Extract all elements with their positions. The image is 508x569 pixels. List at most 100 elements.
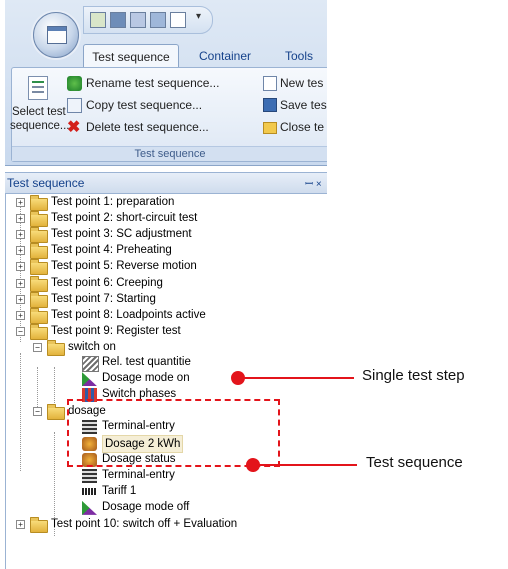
tree-node[interactable]: + Test point 3: SC adjustment (6, 226, 326, 244)
tools-icon[interactable] (130, 12, 146, 28)
select-button-label-line1: Select test (12, 106, 66, 118)
tree-node[interactable]: + Test point 6: Creeping (6, 275, 326, 292)
folder-icon (30, 307, 48, 324)
expand-collapse-icon[interactable]: + (16, 214, 25, 224)
application-window: ▾ Test sequence Container Tools Select t… (5, 0, 327, 569)
measurement-icon (82, 356, 99, 372)
test-sequence-tree: + Test point 1: preparation + Test point 2:… (5, 193, 327, 569)
expand-collapse-icon[interactable]: + (16, 520, 25, 529)
step-label: Dosage mode off (102, 500, 190, 513)
document-list-icon (28, 76, 48, 100)
pin-icon[interactable]: ꟷ × (305, 176, 322, 190)
tree-step[interactable]: Terminal-entry (6, 468, 246, 484)
close-label: Close te (280, 120, 325, 134)
tree-node[interactable]: + Test point 5: Reverse motion (6, 258, 326, 276)
folder-icon (30, 275, 48, 292)
tree-step[interactable]: Dosage mode on (6, 371, 246, 387)
test-point-label: Test point 7: Starting (51, 292, 156, 305)
test-point-label: Test point 10: switch off + Evaluation (51, 518, 238, 530)
tree-step[interactable]: Rel. test quantitie (6, 355, 246, 372)
tab-container[interactable]: Container (183, 44, 267, 68)
test-point-label: Test point 3: SC adjustment (51, 228, 192, 241)
select-button-label-line2: sequence... (10, 120, 70, 132)
save-icon (263, 98, 277, 112)
tree-node[interactable]: + Test point 1: preparation (6, 194, 326, 211)
ribbon-panel: Select test sequence... Rename test sequ… (10, 67, 327, 162)
new-icon (263, 76, 277, 91)
expand-collapse-icon[interactable]: + (16, 230, 25, 240)
delete-label: Delete test sequence... (86, 120, 209, 134)
ribbon: ▾ Test sequence Container Tools Select t… (5, 0, 327, 166)
edit-icon[interactable] (90, 12, 106, 28)
select-test-sequence-button[interactable]: Select test sequence... (10, 70, 69, 142)
tree-node[interactable]: + Test point 7: Starting (6, 291, 326, 308)
tree-node[interactable]: + Test point 10: switch off + Evaluation (6, 516, 326, 533)
folder-icon (30, 323, 48, 340)
expand-collapse-icon[interactable]: + (16, 278, 25, 288)
expand-collapse-icon[interactable]: − (33, 342, 42, 352)
tree-node[interactable]: + Test point 8: Loadpoints active (6, 307, 326, 324)
tree-node[interactable]: + Test point 4: Preheating (6, 242, 326, 260)
rename-icon (67, 76, 82, 91)
folder-icon (30, 291, 48, 308)
delete-icon: ✖ (67, 119, 81, 136)
group-label-switch-on: switch on (68, 340, 116, 353)
test-point-label: Test point 4: Preheating (51, 244, 172, 257)
qat-dropdown-icon[interactable]: ▾ (196, 11, 201, 22)
step-label: Dosage mode on (102, 372, 190, 385)
expand-collapse-icon[interactable]: − (33, 407, 42, 417)
expand-collapse-icon[interactable]: + (16, 246, 25, 256)
expand-collapse-icon[interactable]: − (16, 326, 25, 336)
folder-icon (30, 211, 48, 228)
new-document-icon[interactable] (170, 12, 186, 28)
sequence-callout: Test sequence (366, 454, 463, 471)
tree-step[interactable]: Dosage mode off (6, 500, 246, 516)
list-icon[interactable] (150, 12, 166, 28)
tab-test-sequence[interactable]: Test sequence (83, 44, 179, 69)
save-label: Save tes (280, 98, 327, 112)
rename-label: Rename test sequence... (86, 76, 220, 90)
folder-icon (263, 122, 277, 134)
tree-node[interactable]: − Test point 9: Register test (6, 323, 326, 340)
folder-icon (47, 404, 65, 421)
folder-icon (47, 339, 65, 356)
tree-node[interactable]: − switch on (6, 339, 326, 356)
test-point-label: Test point 8: Loadpoints active (51, 308, 206, 321)
expand-collapse-icon[interactable]: + (16, 294, 25, 304)
copy-icon (67, 98, 82, 113)
tab-tools[interactable]: Tools (269, 44, 327, 68)
step-label: Rel. test quantitie (102, 356, 191, 368)
sequence-pointer (258, 464, 357, 466)
test-point-label: Test point 5: Reverse motion (51, 260, 197, 273)
folder-icon (30, 517, 48, 533)
folder-icon (30, 195, 48, 211)
expand-collapse-icon[interactable]: + (16, 310, 25, 320)
pane-title: Test sequence (7, 176, 85, 190)
tree-node[interactable]: + Test point 2: short-circuit test (6, 210, 326, 228)
test-point-label: Test point 1: preparation (51, 196, 175, 208)
ribbon-group-label: Test sequence (12, 146, 327, 161)
expand-collapse-icon[interactable]: + (16, 198, 25, 207)
expand-collapse-icon[interactable]: + (16, 262, 25, 272)
single-step-callout: Single test step (362, 367, 465, 384)
tariff-icon (82, 487, 97, 495)
step-label: Terminal-entry (102, 468, 175, 481)
app-logo-icon (47, 26, 67, 44)
step-label: Tariff 1 (102, 484, 137, 497)
quick-access-toolbar: ▾ (83, 6, 213, 34)
copy-label: Copy test sequence... (86, 98, 203, 112)
save-icon[interactable] (110, 12, 126, 28)
tree-step[interactable]: Tariff 1 (6, 484, 246, 500)
single-step-pointer (243, 377, 354, 379)
application-menu-button[interactable] (33, 12, 79, 58)
folder-icon (30, 227, 48, 244)
test-sequence-highlight-box (67, 399, 280, 467)
folder-icon (30, 243, 48, 260)
dosage-mode-icon (82, 372, 97, 387)
new-label: New tes (280, 76, 324, 90)
test-point-label: Test point 6: Creeping (51, 276, 163, 289)
pane-header: Test sequence ꟷ × (5, 172, 327, 194)
terminal-entry-icon (82, 468, 97, 483)
test-point-label: Test point 2: short-circuit test (51, 212, 198, 225)
test-point-label: Test point 9: Register test (51, 324, 181, 337)
